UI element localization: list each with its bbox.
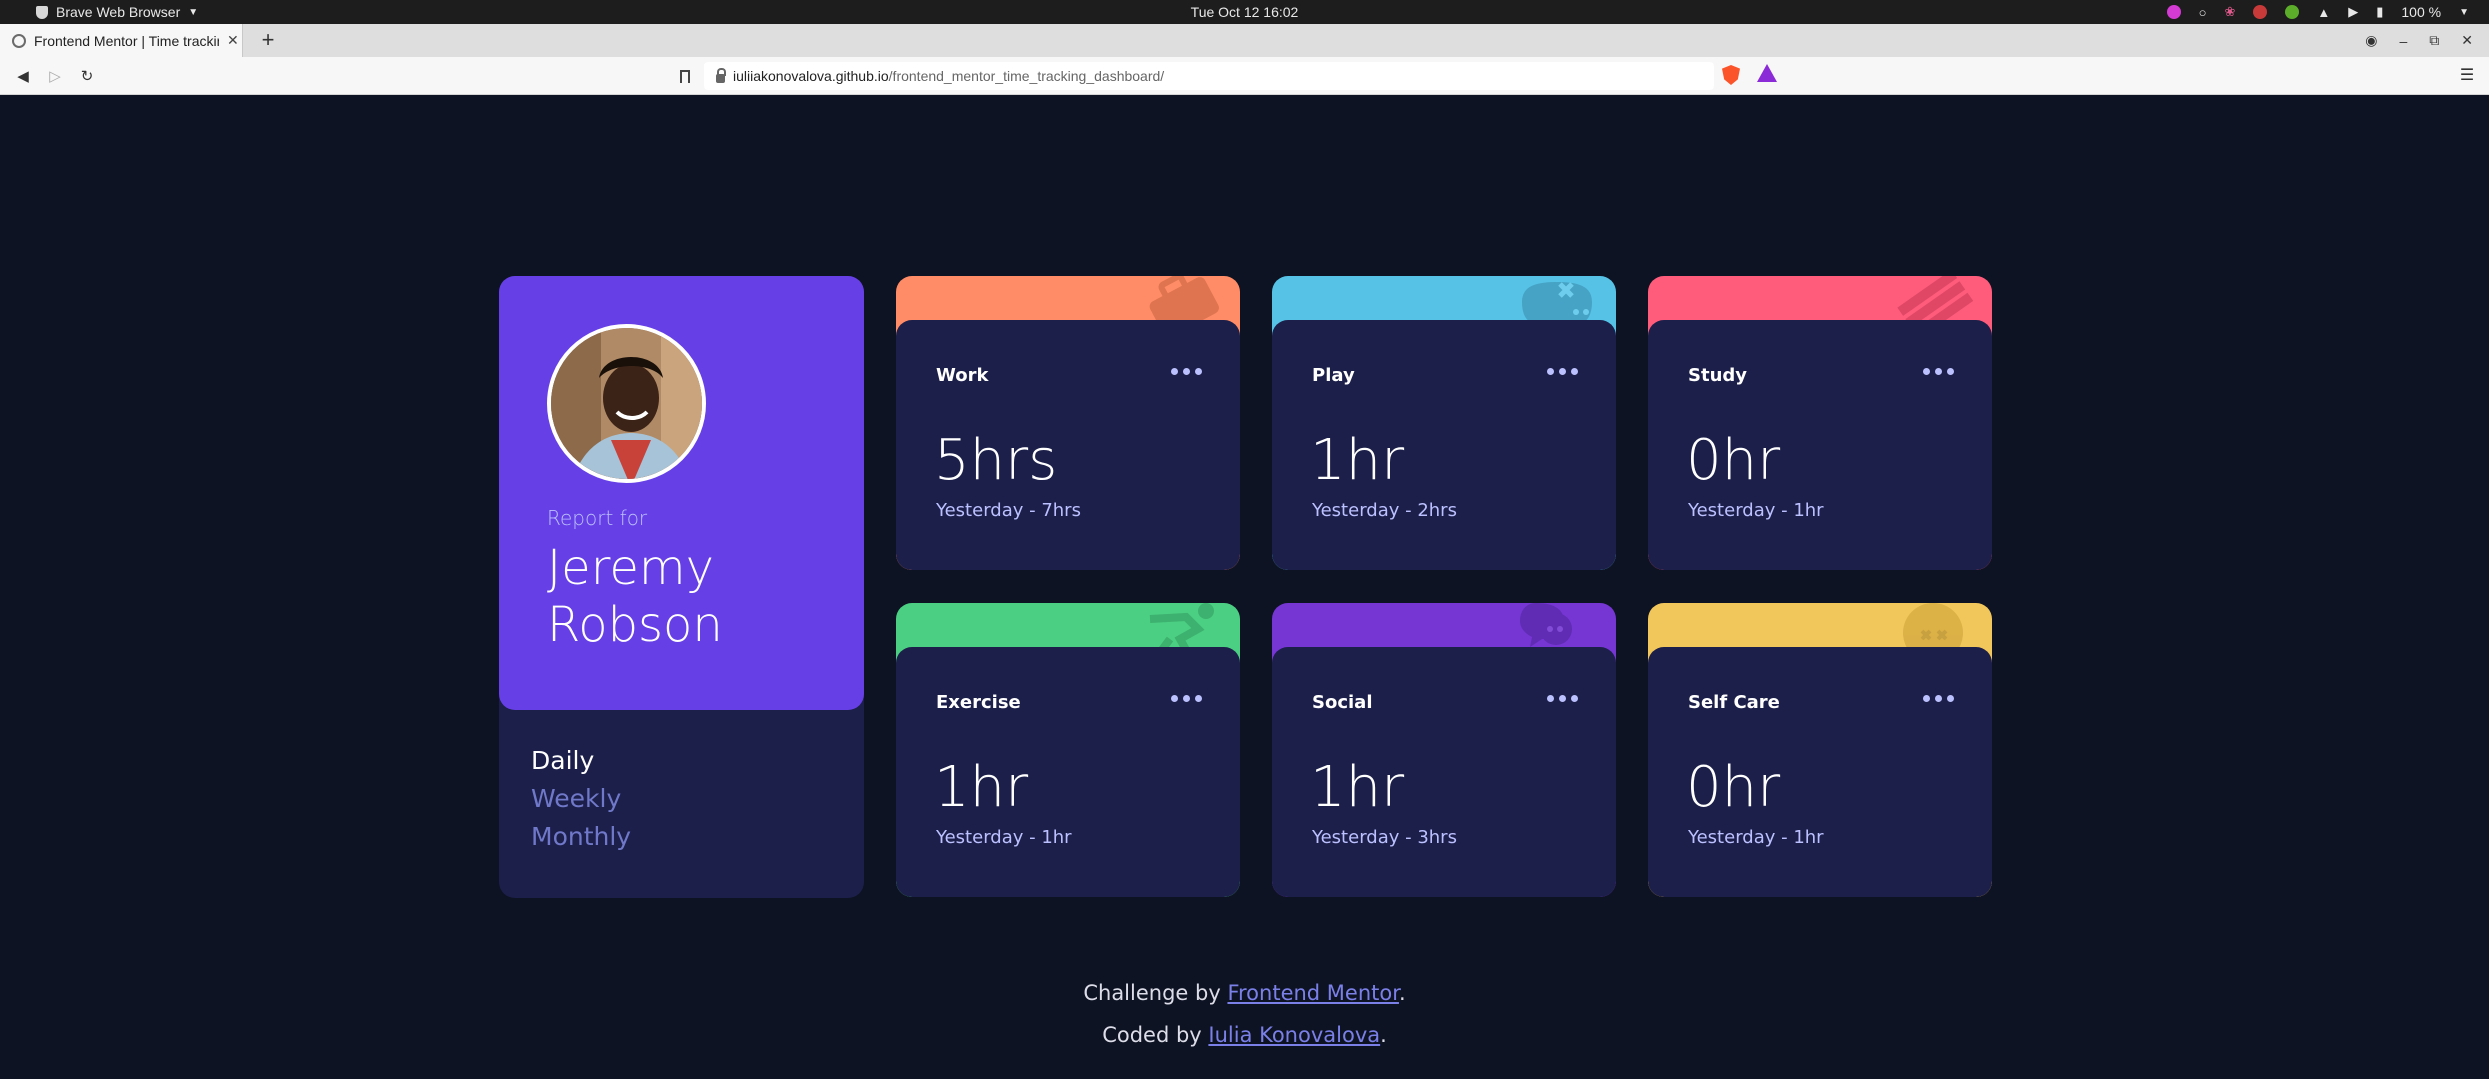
period-monthly[interactable]: Monthly (531, 822, 631, 851)
restore-icon[interactable]: ⧉ (2429, 32, 2439, 49)
browser-tab[interactable]: Frontend Mentor | Time tracking dashboar… (0, 24, 243, 57)
new-tab-button[interactable]: + (256, 27, 280, 52)
previous-hours: Yesterday - 2hrs (1312, 500, 1457, 521)
hamburger-menu-icon[interactable]: ☰ (2457, 65, 2477, 85)
author-link[interactable]: Iulia Konovalova (1208, 1023, 1380, 1047)
close-window-icon[interactable]: ✕ (2461, 32, 2473, 49)
close-icon[interactable]: ✕ (227, 32, 239, 49)
tray-app-icon[interactable] (2285, 5, 2300, 19)
wifi-icon[interactable]: ▲ (2317, 5, 2330, 20)
page-viewport: Report for Jeremy Robson Daily Weekly Mo… (0, 95, 2489, 1079)
url-host: iuliiakonovalova.github.io (733, 68, 889, 84)
tab-title: Frontend Mentor | Time tracking dashboar… (34, 32, 219, 49)
tab-search-icon[interactable]: ◉ (2365, 32, 2377, 49)
os-top-bar: Brave Web Browser ▼ Tue Oct 12 16:02 ○ ❀… (0, 0, 2489, 24)
card-body[interactable]: Self Care 0hr Yesterday - 1hr (1648, 647, 1992, 897)
attribution-challenge-text: Challenge by (1083, 981, 1228, 1005)
system-tray: ○ ❀ ▲ ▶ ▮ 100 % ▼ (2166, 0, 2469, 24)
current-hours: 5hrs (934, 428, 1058, 493)
bookmark-icon[interactable] (675, 65, 695, 87)
lock-icon[interactable] (716, 67, 726, 83)
avatar (547, 324, 706, 483)
profile-header: Report for Jeremy Robson (499, 276, 864, 710)
card-body[interactable]: Play 1hr Yesterday - 2hrs (1272, 320, 1616, 570)
activity-card-work: Work 5hrs Yesterday - 7hrs (896, 276, 1240, 570)
card-title: Self Care (1688, 692, 1780, 713)
card-body[interactable]: Work 5hrs Yesterday - 7hrs (896, 320, 1240, 570)
ellipsis-icon[interactable] (1547, 368, 1578, 375)
profile-first-name: Jeremy (547, 540, 715, 596)
attribution-coded-text: Coded by (1102, 1023, 1209, 1047)
attribution-challenge: Challenge by Frontend Mentor. (0, 981, 2489, 1005)
previous-hours: Yesterday - 3hrs (1312, 827, 1457, 848)
card-title: Exercise (936, 692, 1021, 713)
previous-hours: Yesterday - 1hr (1688, 500, 1824, 521)
previous-hours: Yesterday - 7hrs (936, 500, 1081, 521)
profile-name: Jeremy Robson (547, 540, 723, 654)
period-weekly[interactable]: Weekly (531, 784, 631, 813)
ellipsis-icon[interactable] (1171, 368, 1202, 375)
ellipsis-icon[interactable] (1923, 695, 1954, 702)
app-menu-label: Brave Web Browser (56, 4, 181, 20)
previous-hours: Yesterday - 1hr (1688, 827, 1824, 848)
tray-app-icon[interactable] (2166, 5, 2181, 19)
battery-icon[interactable]: ▮ (2376, 4, 2383, 20)
previous-hours: Yesterday - 1hr (936, 827, 1072, 848)
window-controls: ◉ – ⧉ ✕ (2365, 24, 2473, 57)
frontend-mentor-link[interactable]: Frontend Mentor (1227, 981, 1399, 1005)
activity-card-self-care: Self Care 0hr Yesterday - 1hr (1648, 603, 1992, 897)
chevron-down-icon: ▼ (188, 6, 199, 18)
address-bar[interactable]: iuliiakonovalova.github.io/frontend_ment… (704, 62, 1714, 90)
activity-card-exercise: Exercise 1hr Yesterday - 1hr (896, 603, 1240, 897)
activity-card-play: Play 1hr Yesterday - 2hrs (1272, 276, 1616, 570)
tab-strip: Frontend Mentor | Time tracking dashboar… (0, 24, 2489, 57)
back-icon[interactable]: ◀ (12, 65, 34, 87)
volume-icon[interactable]: ▶ (2348, 4, 2358, 20)
card-title: Play (1312, 365, 1355, 386)
tray-app-icon[interactable]: ○ (2199, 5, 2207, 20)
activity-card-social: Social 1hr Yesterday - 3hrs (1272, 603, 1616, 897)
period-daily[interactable]: Daily (531, 746, 631, 775)
card-title: Social (1312, 692, 1373, 713)
profile-last-name: Robson (547, 597, 723, 653)
attribution-period: . (1380, 1023, 1387, 1047)
tray-app-icon[interactable] (2253, 5, 2268, 19)
minimize-icon[interactable]: – (2399, 33, 2407, 49)
attribution-coded: Coded by Iulia Konovalova. (0, 1023, 2489, 1047)
current-hours: 1hr (1310, 755, 1405, 820)
ellipsis-icon[interactable] (1171, 695, 1202, 702)
current-hours: 1hr (934, 755, 1029, 820)
card-title: Work (936, 365, 989, 386)
report-for-label: Report for (547, 506, 648, 530)
card-body[interactable]: Social 1hr Yesterday - 3hrs (1272, 647, 1616, 897)
period-selector: Daily Weekly Monthly (531, 746, 631, 851)
card-title: Study (1688, 365, 1748, 386)
current-hours: 0hr (1686, 428, 1781, 493)
clock[interactable]: Tue Oct 12 16:02 (0, 0, 2489, 24)
current-hours: 0hr (1686, 755, 1781, 820)
card-body[interactable]: Exercise 1hr Yesterday - 1hr (896, 647, 1240, 897)
reload-icon[interactable]: ↻ (76, 65, 98, 87)
brave-rewards-icon[interactable] (1757, 64, 1777, 82)
chevron-down-icon[interactable]: ▼ (2459, 7, 2469, 18)
ellipsis-icon[interactable] (1923, 368, 1954, 375)
app-menu[interactable]: Brave Web Browser ▼ (36, 0, 198, 24)
current-hours: 1hr (1310, 428, 1405, 493)
tray-app-icon[interactable]: ❀ (2224, 4, 2235, 20)
activity-card-study: Study 0hr Yesterday - 1hr (1648, 276, 1992, 570)
brave-app-icon (36, 5, 48, 19)
profile-card: Report for Jeremy Robson Daily Weekly Mo… (499, 276, 864, 898)
url-path: /frontend_mentor_time_tracking_dashboard… (888, 68, 1165, 84)
globe-icon (12, 33, 26, 48)
attribution-period: . (1398, 981, 1406, 1005)
navigation-bar: ◀ ▷ ↻ iuliiakonovalova.github.io/fronten… (0, 57, 2489, 95)
avatar-image (551, 328, 702, 479)
card-body[interactable]: Study 0hr Yesterday - 1hr (1648, 320, 1992, 570)
forward-icon[interactable]: ▷ (44, 65, 66, 87)
ellipsis-icon[interactable] (1547, 695, 1578, 702)
battery-level[interactable]: 100 % (2401, 4, 2441, 20)
